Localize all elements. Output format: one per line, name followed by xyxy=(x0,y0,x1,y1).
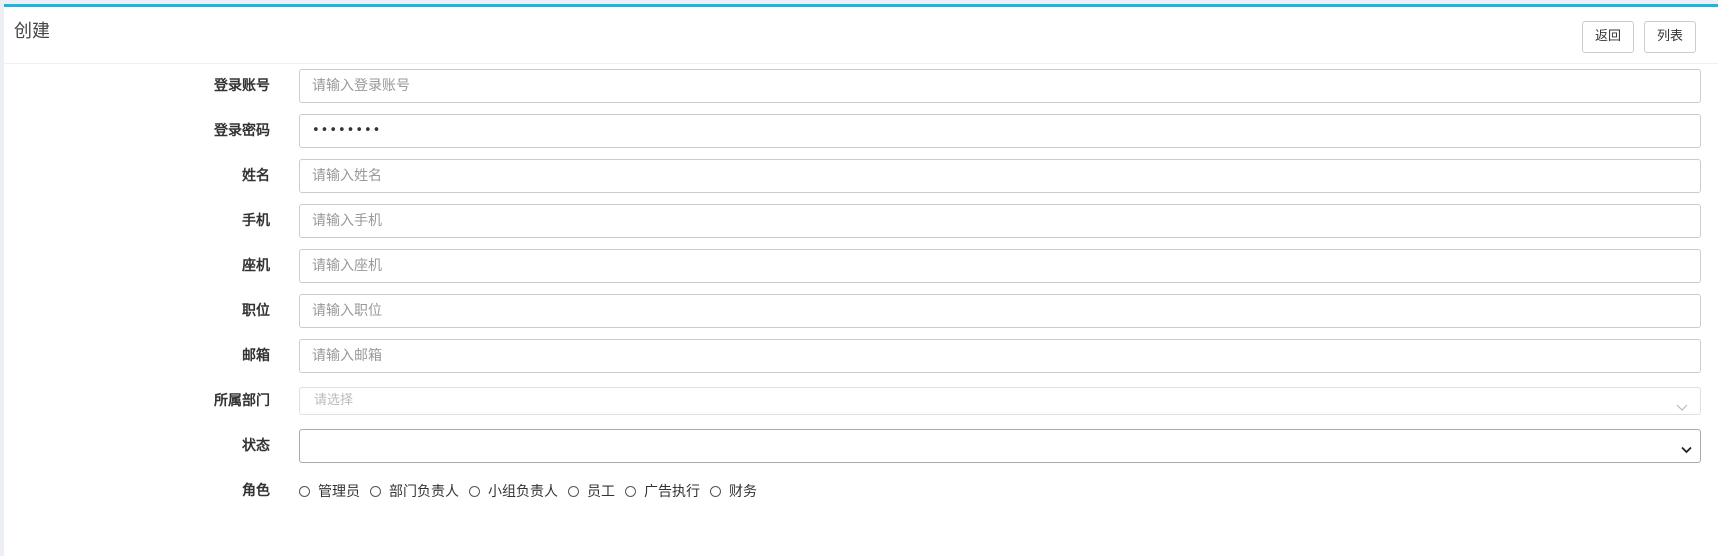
radio-circle-icon[interactable] xyxy=(568,485,579,497)
role-radio-group: 管理员 部门负责人 小组负责人 员工 广告执行 财务 xyxy=(299,474,767,508)
panel-header: 创建 返回 列表 xyxy=(4,7,1718,64)
form-row-mobile: 手机 请输入手机 xyxy=(4,204,1718,238)
department-label: 所属部门 xyxy=(214,393,270,409)
role-option-label: 广告执行 xyxy=(644,484,700,500)
role-option-label: 小组负责人 xyxy=(488,484,558,500)
role-option-employee[interactable]: 员工 xyxy=(568,481,615,501)
radio-circle-icon[interactable] xyxy=(710,485,721,497)
role-option-dept-head[interactable]: 部门负责人 xyxy=(370,481,459,501)
role-label: 角色 xyxy=(242,483,270,499)
radio-circle-icon[interactable] xyxy=(299,485,310,497)
form-row-login-password: 登录密码 •••••••• xyxy=(4,114,1718,148)
position-input[interactable]: 请输入职位 xyxy=(299,294,1701,328)
form-row-name: 姓名 请输入姓名 xyxy=(4,159,1718,193)
role-option-finance[interactable]: 财务 xyxy=(710,481,757,501)
status-select[interactable] xyxy=(299,429,1701,463)
role-option-label: 财务 xyxy=(729,484,757,500)
status-label: 状态 xyxy=(242,438,270,454)
landline-label: 座机 xyxy=(242,258,270,274)
position-label: 职位 xyxy=(242,303,270,319)
form-row-login-account: 登录账号 请输入登录账号 xyxy=(4,69,1718,103)
form-row-status: 状态 xyxy=(4,429,1718,463)
email-input[interactable]: 请输入邮箱 xyxy=(299,339,1701,373)
list-button[interactable]: 列表 xyxy=(1644,21,1696,53)
chevron-down-icon xyxy=(1676,396,1688,422)
role-option-team-lead[interactable]: 小组负责人 xyxy=(469,481,558,501)
back-button[interactable]: 返回 xyxy=(1582,21,1634,53)
role-option-admin[interactable]: 管理员 xyxy=(299,481,360,501)
role-option-ad-exec[interactable]: 广告执行 xyxy=(625,481,700,501)
mobile-input[interactable]: 请输入手机 xyxy=(299,204,1701,238)
role-option-label: 部门负责人 xyxy=(389,484,459,500)
page-title: 创建 xyxy=(14,21,50,42)
login-password-label: 登录密码 xyxy=(214,123,270,139)
form-row-landline: 座机 请输入座机 xyxy=(4,249,1718,283)
create-panel: 创建 返回 列表 登录账号 请输入登录账号 登录密码 •••••••• 姓名 请… xyxy=(4,4,1718,556)
role-option-label: 员工 xyxy=(587,484,615,500)
mobile-label: 手机 xyxy=(242,213,270,229)
login-password-input[interactable]: •••••••• xyxy=(299,114,1701,148)
name-input[interactable]: 请输入姓名 xyxy=(299,159,1701,193)
name-label: 姓名 xyxy=(242,168,270,184)
landline-input[interactable]: 请输入座机 xyxy=(299,249,1701,283)
department-select[interactable]: 请选择 xyxy=(299,387,1701,415)
login-account-input[interactable]: 请输入登录账号 xyxy=(299,69,1701,103)
login-account-label: 登录账号 xyxy=(214,78,270,94)
header-actions: 返回 列表 xyxy=(1582,21,1696,53)
form-row-role: 角色 管理员 部门负责人 小组负责人 员工 广告执行 财务 xyxy=(4,474,1718,508)
email-label: 邮箱 xyxy=(242,348,270,364)
radio-circle-icon[interactable] xyxy=(370,485,381,497)
chevron-down-icon xyxy=(1681,442,1692,458)
form-row-position: 职位 请输入职位 xyxy=(4,294,1718,328)
radio-circle-icon[interactable] xyxy=(625,485,636,497)
form-row-department: 所属部门 请选择 xyxy=(4,384,1718,418)
role-option-label: 管理员 xyxy=(318,484,360,500)
department-select-placeholder: 请选择 xyxy=(314,393,354,408)
radio-circle-icon[interactable] xyxy=(469,485,480,497)
form-row-email: 邮箱 请输入邮箱 xyxy=(4,339,1718,373)
